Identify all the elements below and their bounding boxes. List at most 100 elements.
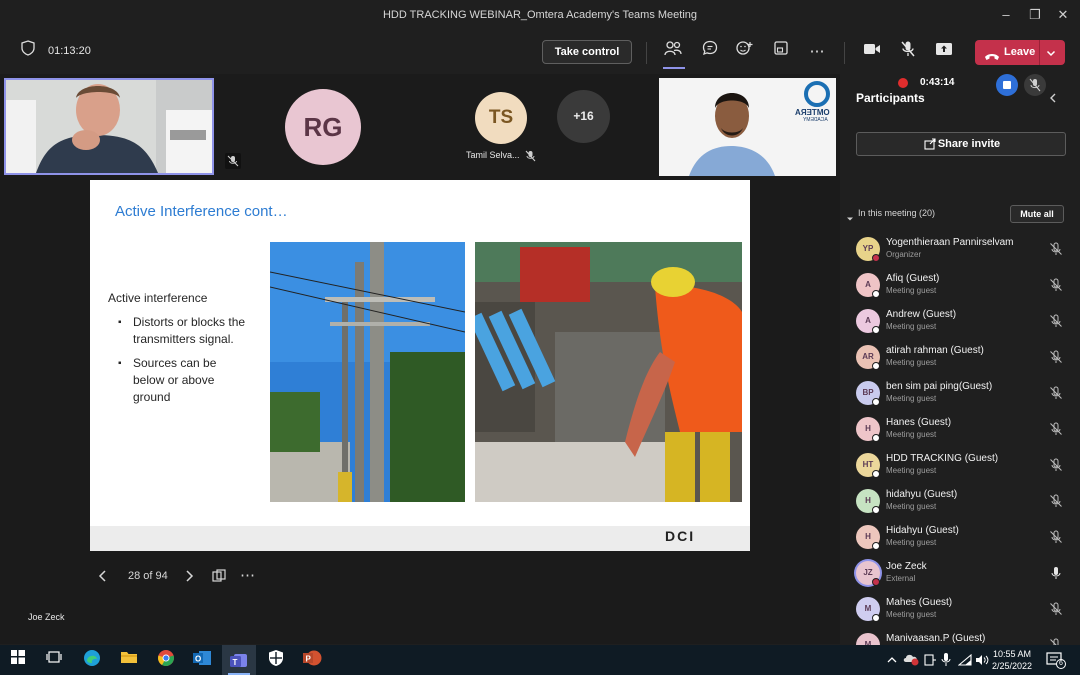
chevron-up-icon[interactable]: [886, 653, 898, 671]
participant-row[interactable]: M Mahes (Guest) Meeting guest: [856, 592, 1071, 626]
clock-time: 10:55 AM: [993, 649, 1032, 659]
stop-recording-button[interactable]: [996, 74, 1018, 96]
security-shield-icon[interactable]: [264, 649, 288, 671]
participant-row[interactable]: BP ben sim pai ping(Guest) Meeting guest: [856, 376, 1071, 410]
teams-taskbar-active[interactable]: T: [222, 645, 256, 675]
more-participants-button[interactable]: +16: [557, 90, 610, 143]
recording-dot-icon: [898, 78, 908, 88]
slide-body: Active interference Distorts or blocks t…: [108, 290, 248, 406]
people-icon[interactable]: [661, 40, 685, 64]
mic-muted-icon[interactable]: [1049, 494, 1063, 508]
recording-time: 0:43:14: [920, 77, 955, 88]
panel-title: Participants: [856, 91, 925, 105]
chat-icon[interactable]: [698, 40, 722, 64]
meeting-toolbar: 01:13:20 Take control ⋯ Leave: [0, 30, 1080, 74]
notifications-icon[interactable]: 6: [1046, 652, 1066, 673]
previous-slide-button[interactable]: [96, 568, 110, 587]
recording-mic-button[interactable]: [1024, 74, 1046, 96]
close-panel-icon[interactable]: [1047, 91, 1059, 109]
wifi-icon[interactable]: [957, 653, 972, 671]
volume-icon[interactable]: [975, 653, 989, 671]
mic-muted-icon[interactable]: [1049, 422, 1063, 436]
participant-row[interactable]: JZ Joe Zeck External: [856, 556, 1071, 590]
camera-icon[interactable]: [860, 40, 884, 64]
mic-muted-icon[interactable]: [1049, 278, 1063, 292]
participant-role: Meeting guest: [886, 466, 937, 475]
rooms-icon[interactable]: [769, 40, 793, 64]
participant-row[interactable]: Hhidahyu (Guest) Meeting guest: [856, 484, 1071, 518]
powerpoint-icon[interactable]: P: [300, 649, 324, 671]
phone-hangup-icon: [984, 48, 1000, 66]
share-screen-icon[interactable]: [932, 40, 956, 64]
reactions-icon[interactable]: [733, 40, 757, 64]
maximize-button[interactable]: ❐: [1025, 6, 1045, 24]
leave-button[interactable]: Leave: [975, 40, 1065, 65]
svg-text:O: O: [195, 655, 201, 664]
mic-muted-icon[interactable]: [1049, 314, 1063, 328]
participant-row[interactable]: A Afiq (Guest) Meeting guest: [856, 268, 1071, 302]
participant-name-ts: Tamil Selva...: [466, 150, 520, 160]
chevron-down-icon[interactable]: [846, 210, 854, 228]
mic-muted-icon: [225, 153, 241, 169]
leave-split-divider: [1039, 40, 1040, 65]
outlook-icon[interactable]: O: [190, 649, 214, 671]
logo-subtext: ACADEMY: [803, 117, 828, 123]
windows-start-icon[interactable]: [6, 649, 30, 671]
presence-status-icon: [872, 434, 880, 442]
onedrive-error-icon[interactable]: [903, 652, 919, 671]
take-control-button[interactable]: Take control: [542, 40, 632, 64]
next-slide-button[interactable]: [182, 568, 196, 587]
participant-role: Meeting guest: [886, 358, 937, 367]
window-title: HDD TRACKING WEBINAR_Omtera Academy's Te…: [382, 9, 698, 21]
meet-now-icon[interactable]: [924, 653, 936, 672]
avatar-rg[interactable]: RG: [285, 89, 361, 165]
mic-muted-icon[interactable]: [1049, 530, 1063, 544]
mic-muted-icon[interactable]: [1049, 386, 1063, 400]
svg-text:T: T: [233, 658, 238, 667]
minimize-button[interactable]: –: [996, 6, 1016, 24]
avatar-ts[interactable]: TS: [475, 92, 527, 144]
microphone-icon[interactable]: [941, 652, 951, 672]
slide-grid-icon[interactable]: [211, 568, 227, 587]
clock-date: 2/25/2022: [992, 661, 1033, 671]
participant-row[interactable]: H Hidahyu (Guest) Meeting guest: [856, 520, 1071, 554]
mic-muted-icon[interactable]: [896, 40, 920, 64]
presence-status-icon: [872, 326, 880, 334]
presence-status-icon: [872, 614, 880, 622]
teams-icon: T: [230, 654, 247, 667]
mic-muted-icon[interactable]: [1049, 458, 1063, 472]
notification-count: 6: [1056, 659, 1066, 669]
mute-all-button[interactable]: Mute all: [1010, 205, 1064, 223]
participant-row[interactable]: YP Yogenthieraan Pannirselvam Organizer: [856, 232, 1071, 266]
participant-role: Meeting guest: [886, 538, 937, 547]
chevron-down-icon[interactable]: [1045, 46, 1057, 64]
file-explorer-icon[interactable]: [117, 649, 141, 671]
participant-row[interactable]: AR atirah rahman (Guest) Meeting guest: [856, 340, 1071, 374]
leave-label: Leave: [1004, 46, 1036, 58]
close-button[interactable]: ✕: [1053, 6, 1073, 24]
slide-page-indicator: 28 of 94: [128, 570, 168, 582]
mic-on-icon[interactable]: [1049, 566, 1063, 580]
presenter-video-tile[interactable]: [4, 78, 214, 175]
slide-more-icon[interactable]: ⋯: [240, 566, 255, 584]
task-view-icon[interactable]: [42, 649, 66, 671]
edge-browser-icon[interactable]: [80, 649, 104, 671]
participant-row[interactable]: HT HDD TRACKING (Guest) Meeting guest: [856, 448, 1071, 482]
participant-name: Yogenthieraan Pannirselvam: [886, 237, 1014, 248]
attendee-video-tile[interactable]: OMTERA ACADEMY: [659, 78, 836, 176]
mic-muted-icon[interactable]: [1049, 350, 1063, 364]
share-invite-button[interactable]: Share invite: [856, 132, 1066, 156]
participant-name: hidahyu (Guest): [886, 489, 958, 500]
more-options-icon[interactable]: ⋯: [805, 40, 829, 64]
presence-status-icon: [872, 470, 880, 478]
dci-logo: DCI: [665, 528, 696, 544]
taskbar-clock[interactable]: 10:55 AM 2/25/2022: [992, 648, 1032, 672]
mic-muted-icon[interactable]: [1049, 602, 1063, 616]
participant-row[interactable]: A Andrew (Guest) Meeting guest: [856, 304, 1071, 338]
participant-role: Meeting guest: [886, 610, 937, 619]
mic-muted-icon[interactable]: [1049, 242, 1063, 256]
participant-row[interactable]: H Hanes (Guest) Meeting guest: [856, 412, 1071, 446]
active-tab-indicator: [663, 67, 685, 69]
slide-bullet: Distorts or blocks the transmitters sign…: [108, 314, 248, 348]
chrome-icon[interactable]: [154, 649, 178, 671]
